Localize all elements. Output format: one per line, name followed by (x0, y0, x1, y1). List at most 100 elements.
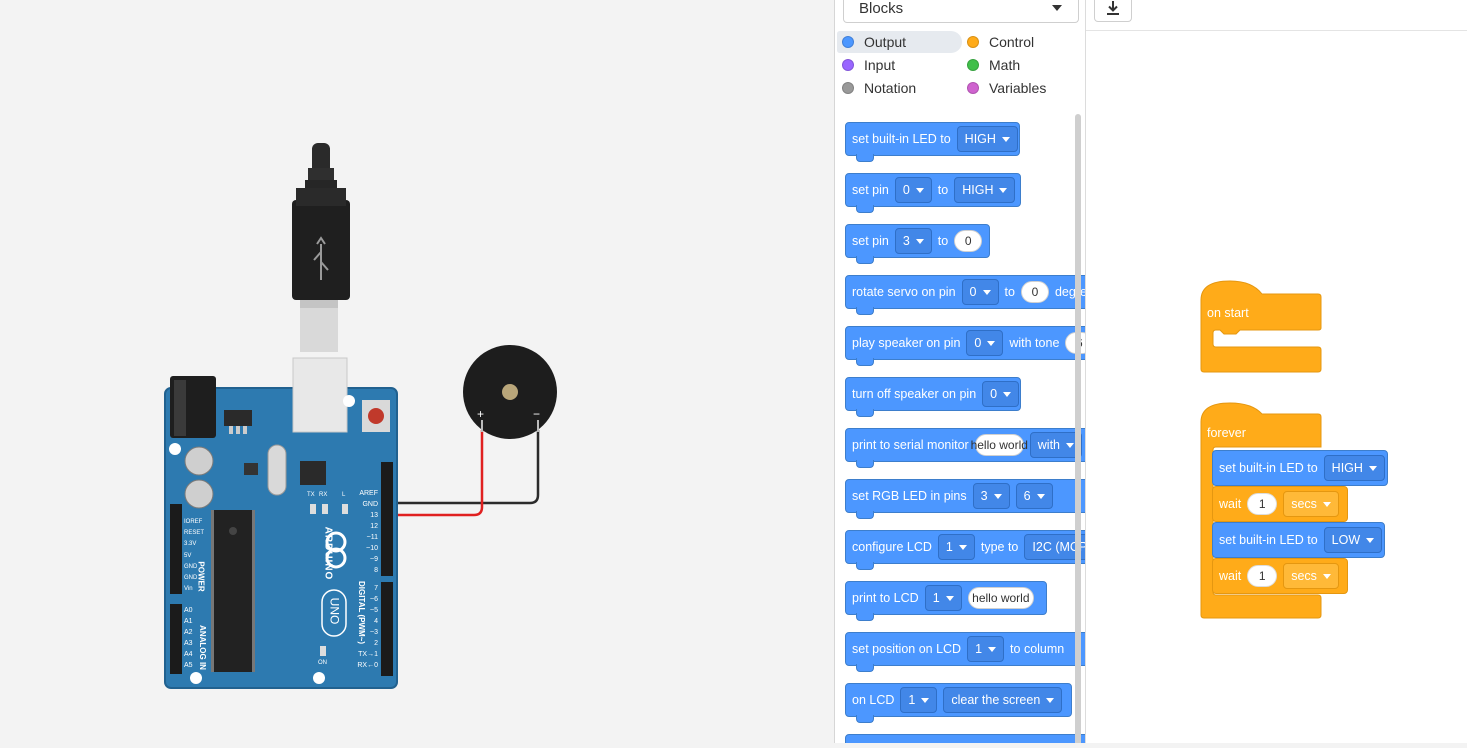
pin-label: A5 (184, 662, 193, 669)
buzzer-plus-label: + (477, 407, 485, 421)
pin-label: ~10 (366, 545, 378, 552)
code-mode-label: Blocks (859, 0, 904, 17)
pin-label: RESET (184, 530, 205, 537)
category-input[interactable]: Input (837, 54, 962, 76)
block-notch (856, 715, 874, 723)
category-dot-icon (967, 36, 979, 48)
category-dot-icon (842, 59, 854, 71)
block-dropdown[interactable]: 1 (937, 534, 975, 560)
pin-label: 5V (184, 552, 192, 559)
category-dot-icon (842, 82, 854, 94)
pin-label: A1 (184, 618, 193, 625)
palette-block-set-pin-analog[interactable]: set pin 3 to 0 (845, 224, 990, 264)
palette-block-rgb[interactable]: set RGB LED in pins 3 6 (845, 479, 1085, 519)
palette-block-lcd-position[interactable]: set position on LCD 1 to column (845, 632, 1085, 672)
piezo-buzzer[interactable] (463, 345, 557, 439)
block-number-input[interactable]: 1 (1247, 565, 1278, 587)
block-text-input[interactable]: hello world (967, 587, 1034, 609)
palette-block-speaker-off[interactable]: turn off speaker on pin 0 (845, 377, 1021, 417)
on-start-label: on start (1207, 306, 1249, 320)
block-notch (856, 664, 874, 672)
block-dropdown[interactable]: 1 (900, 687, 938, 713)
palette-scrollbar[interactable] (1075, 114, 1081, 743)
block-number-input[interactable]: 0 (1020, 281, 1049, 303)
pin-label: RX←0 (357, 662, 378, 669)
block-text: rotate servo on pin (852, 285, 956, 299)
block-text: to (937, 234, 949, 248)
block-dropdown[interactable]: HIGH (954, 177, 1016, 203)
palette-block-serial[interactable]: print to serial monitor hello world with (845, 428, 1085, 468)
category-label: Control (989, 34, 1035, 50)
block-dropdown[interactable]: 0 (966, 330, 1004, 356)
block-notch (856, 307, 874, 315)
block-notch (856, 613, 874, 621)
block-notch (856, 460, 874, 468)
palette-block-lcd-config[interactable]: configure LCD 1 type to I2C (MCP2 (845, 530, 1085, 570)
block-text: wait (1219, 569, 1242, 583)
block-dropdown[interactable]: 6 (1015, 483, 1053, 509)
block-number-input[interactable]: 0 (954, 230, 983, 252)
block-text: set pin (852, 183, 889, 197)
block-text: turn off speaker on pin (852, 387, 977, 401)
on-start-block[interactable] (1200, 280, 1324, 375)
pin-label: 7 (374, 585, 378, 592)
block-number-input[interactable]: 1 (1247, 493, 1278, 515)
power-pin-labels: IOREF RESET 3.3V 5V GND GND Vin (184, 517, 204, 595)
block-notch (856, 562, 874, 570)
block-palette[interactable]: set built-in LED to HIGH set pin 0 to HI… (835, 112, 1085, 743)
palette-block-speaker[interactable]: play speaker on pin 0 with tone 6 (845, 326, 1085, 366)
category-control[interactable]: Control (962, 31, 1082, 53)
ws-block-led-high[interactable]: set built-in LED to HIGH (1212, 450, 1388, 486)
pin-label: GND (184, 575, 198, 582)
palette-block-servo[interactable]: rotate servo on pin 0 to 0 degre (845, 275, 1085, 315)
block-dropdown[interactable]: 1 (924, 585, 962, 611)
pin-label: A0 (184, 607, 193, 614)
ws-block-led-low[interactable]: set built-in LED to LOW (1212, 522, 1385, 558)
block-text: configure LCD (852, 540, 932, 554)
palette-block-builtin-led[interactable]: set built-in LED to HIGH (845, 122, 1020, 162)
pin-label: A4 (184, 651, 193, 658)
category-notation[interactable]: Notation (837, 77, 962, 99)
block-dropdown[interactable]: secs (1283, 491, 1339, 517)
category-output[interactable]: Output (837, 31, 962, 53)
block-dropdown[interactable]: LOW (1323, 527, 1383, 553)
block-text: print to serial monitor (852, 438, 969, 452)
block-dropdown[interactable]: 0 (894, 177, 932, 203)
block-dropdown[interactable]: 0 (961, 279, 999, 305)
category-label: Output (864, 34, 907, 50)
digital-pin-labels-top: AREF GND 13 12 ~11 ~10 ~9 8 (348, 488, 378, 576)
pin-label: AREF (359, 490, 378, 497)
block-dropdown[interactable]: 0 (982, 381, 1020, 407)
usb-cable[interactable] (292, 143, 350, 352)
palette-block-lcd-print[interactable]: print to LCD 1 hello world (845, 581, 1047, 621)
block-dropdown[interactable]: 3 (894, 228, 932, 254)
block-text: set built-in LED to (1219, 533, 1318, 547)
palette-block-partial[interactable] (845, 734, 1085, 743)
code-workspace[interactable]: on start forever set built-in LED to HIG… (1086, 0, 1467, 743)
block-dropdown[interactable]: secs (1283, 563, 1339, 589)
circuit-canvas[interactable]: + − ARDUINO UNO POWER ANALOG IN DIGITAL … (0, 0, 834, 743)
palette-block-lcd-clear[interactable]: on LCD 1 clear the screen (845, 683, 1072, 723)
pin-label: ~5 (370, 607, 378, 614)
block-dropdown[interactable]: clear the screen (943, 687, 1063, 713)
block-dropdown[interactable]: 1 (967, 636, 1005, 662)
category-dot-icon (967, 59, 979, 71)
block-text: set RGB LED in pins (852, 489, 967, 503)
palette-block-set-pin[interactable]: set pin 0 to HIGH (845, 173, 1021, 213)
download-button[interactable] (1094, 0, 1132, 22)
ws-block-wait-1[interactable]: wait 1 secs (1212, 486, 1348, 522)
block-dropdown[interactable]: HIGH (1323, 455, 1385, 481)
pin-label: 12 (370, 523, 378, 530)
block-text-input[interactable]: hello world (971, 434, 1028, 456)
block-text: wait (1219, 497, 1242, 511)
circuit-drawing (164, 143, 557, 689)
code-mode-select[interactable]: Blocks (843, 0, 1079, 23)
workspace-toolbar (1086, 0, 1467, 31)
block-dropdown[interactable]: 3 (972, 483, 1010, 509)
ws-block-wait-2[interactable]: wait 1 secs (1212, 558, 1348, 594)
category-variables[interactable]: Variables (962, 77, 1082, 99)
category-math[interactable]: Math (962, 54, 1082, 76)
block-dropdown[interactable]: HIGH (956, 126, 1018, 152)
pin-label: GND (362, 501, 378, 508)
block-text: set built-in LED to (852, 132, 951, 146)
